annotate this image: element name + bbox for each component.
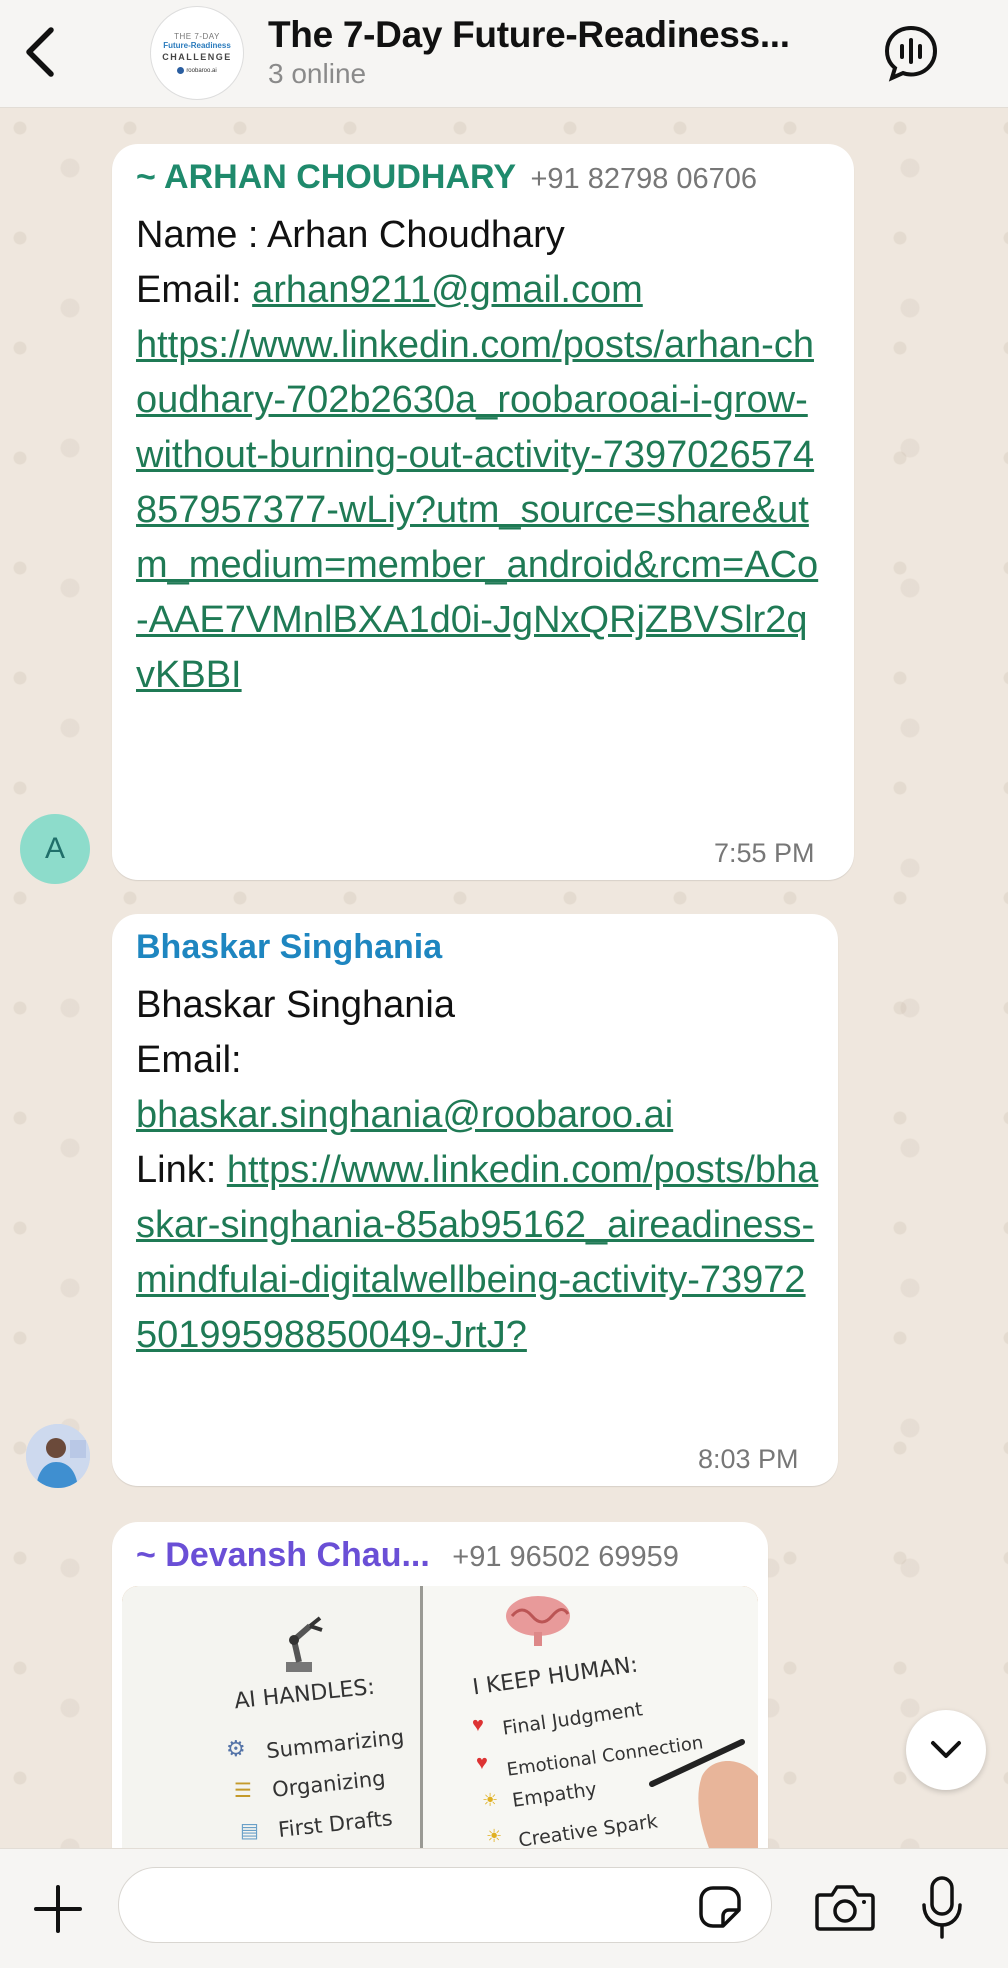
lightbulb-icon: ☀ [482, 1790, 499, 1810]
shared-image[interactable]: AI HANDLES: Summarizing Organizing First… [122, 1586, 758, 1848]
plus-icon [34, 1885, 82, 1933]
sender-avatar[interactable] [26, 1424, 90, 1488]
sender-name[interactable]: Bhaskar Singhania [136, 928, 442, 967]
chat-header: THE 7-DAY Future-Readiness CHALLENGE roo… [0, 0, 1008, 108]
group-avatar[interactable]: THE 7-DAY Future-Readiness CHALLENGE roo… [150, 6, 244, 100]
message-text: Bhaskar Singhania Email: bhaskar.singhan… [136, 984, 819, 1356]
camera-button[interactable] [812, 1877, 878, 1937]
voice-message-button[interactable] [912, 1873, 972, 1943]
microphone-icon [922, 1876, 962, 1939]
sender-phone: +91 82798 06706 [530, 163, 758, 195]
hand-with-pen-icon [649, 1739, 758, 1848]
document-icon: ▤ [240, 1820, 259, 1842]
scroll-to-bottom-button[interactable] [906, 1710, 986, 1790]
message-time: 8:03 PM [698, 1444, 799, 1474]
message-text: Name : Arhan Choudhary Email: arhan9211@… [136, 208, 836, 703]
sender-avatar[interactable]: A [20, 814, 90, 884]
message-time: 7:55 PM [714, 838, 815, 868]
sender-name[interactable]: ~ Devansh Chau... [136, 1536, 430, 1574]
message-bubble[interactable]: ~ Devansh Chau... +91 96502 69959 AI HAN… [112, 1522, 768, 1848]
heart-icon: ♥ [476, 1752, 488, 1774]
email-link[interactable]: bhaskar.singhania@roobaroo.ai [136, 1094, 673, 1136]
gear-icon: ⚙ [226, 1736, 246, 1761]
linkedin-link[interactable]: https://www.linkedin.com/posts/bhaskar-s… [136, 1149, 818, 1356]
list-icon: ☰ [234, 1780, 252, 1802]
message-input[interactable] [118, 1867, 772, 1943]
brain-icon [506, 1596, 570, 1646]
lightbulb-icon: ☀ [486, 1826, 503, 1846]
logo-dot-icon [177, 67, 185, 74]
sticker-icon [699, 1886, 741, 1928]
chevron-left-icon [26, 27, 54, 77]
person-photo-icon [26, 1424, 90, 1488]
camera-icon [815, 1885, 875, 1931]
sender-phone: +91 96502 69959 [452, 1541, 679, 1573]
group-title[interactable]: The 7-Day Future-Readiness... [268, 14, 858, 56]
message-bubble[interactable]: Bhaskar Singhania Bhaskar Singhania Emai… [112, 914, 838, 1486]
chat-area[interactable]: ~ ARHAN CHOUDHARY +91 82798 06706 Name :… [0, 108, 1008, 1848]
input-bar [0, 1848, 1008, 1968]
online-status: 3 online [268, 58, 367, 89]
email-link[interactable]: arhan9211@gmail.com [252, 269, 643, 311]
sticker-button[interactable] [692, 1879, 748, 1935]
linkedin-link[interactable]: https://www.linkedin.com/posts/arhan-cho… [136, 318, 826, 703]
sender-name[interactable]: ~ ARHAN CHOUDHARY [136, 158, 516, 196]
notebook-spine [420, 1586, 423, 1848]
heart-icon: ♥ [472, 1714, 484, 1736]
chevron-down-icon [931, 1741, 961, 1758]
voice-chat-button[interactable] [878, 20, 944, 86]
back-button[interactable] [14, 22, 66, 82]
message-bubble[interactable]: ~ ARHAN CHOUDHARY +91 82798 06706 Name :… [112, 144, 854, 880]
voice-chat-icon [884, 25, 938, 82]
robot-arm-icon [286, 1616, 323, 1672]
attach-button[interactable] [28, 1879, 88, 1939]
